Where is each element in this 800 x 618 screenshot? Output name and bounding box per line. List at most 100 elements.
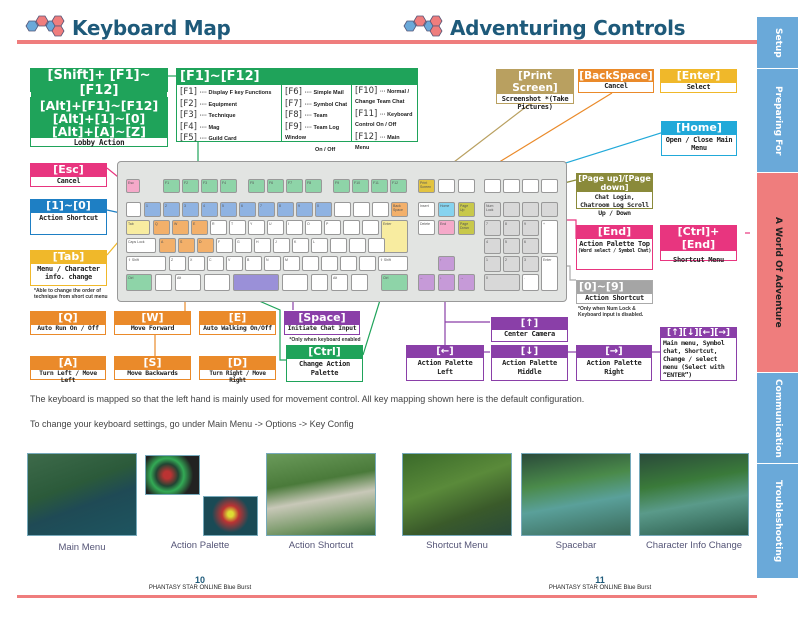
key-numpad-1: 1 bbox=[484, 256, 501, 272]
fkey-row: [F8] ···· Team bbox=[285, 110, 348, 122]
fkey-row: [F11] ··· Keyboard Control On / Off bbox=[355, 110, 413, 130]
key-backspace: Back Space bbox=[391, 202, 408, 217]
key-description: Action Palette Right bbox=[586, 358, 642, 376]
key-symbol bbox=[340, 256, 357, 271]
key-4: 4 bbox=[201, 202, 218, 217]
fkey-name: [F4] bbox=[180, 121, 200, 132]
callout-down-arrow: [↓] Action Palette Middle bbox=[491, 345, 568, 381]
key-k: K bbox=[292, 238, 309, 253]
key-description: Cancel bbox=[56, 176, 81, 185]
callout-print-screen: [Print Screen] Screenshot *(Take Picture… bbox=[496, 69, 574, 111]
key-label: [Q] bbox=[31, 311, 105, 325]
key-u: U bbox=[267, 220, 284, 235]
key-label: [BackSpace] bbox=[579, 70, 653, 83]
key-h: H bbox=[254, 238, 271, 253]
fkey-description: ···· Symbol Chat bbox=[304, 101, 348, 108]
key-esc: Esc bbox=[126, 179, 140, 193]
callout-all-arrows: [↑][↓][←][→] Main menu, Symbol chat, Shor… bbox=[660, 327, 737, 381]
key-numpad-7: 7 bbox=[484, 220, 501, 236]
key-numpad-5: 5 bbox=[503, 238, 520, 254]
space-footnote: *Only when keyboard enabled bbox=[289, 337, 361, 343]
callout-backspace: [BackSpace] Cancel bbox=[578, 69, 654, 93]
key-f4: F4 bbox=[220, 179, 237, 193]
key-label: [W] bbox=[115, 311, 190, 325]
key-symbol bbox=[343, 220, 360, 235]
key-l: L bbox=[311, 238, 328, 253]
key-label: [Print Screen] bbox=[497, 70, 573, 95]
key-7: 7 bbox=[258, 202, 275, 217]
key-description: Screenshot *(Take Pictures) bbox=[501, 95, 569, 112]
keyboard-diagram: Esc F1 F2 F3 F4 F5 F6 F7 F8 F9 F10 F11 F12 1 2 3 4 5 6 7 8 9 0… bbox=[117, 161, 567, 302]
key-right-alt: Alt bbox=[331, 274, 348, 291]
key-description: Move Backwards bbox=[127, 368, 178, 377]
caption-shortcut-menu: Shortcut Menu bbox=[426, 540, 488, 551]
key-description: Center Camera bbox=[504, 329, 555, 338]
screenshot-spacebar bbox=[521, 453, 631, 536]
key-a: A bbox=[159, 238, 176, 253]
key-f9: F9 bbox=[333, 179, 350, 193]
fkey-row: [F9] ···· Team Log Window bbox=[285, 122, 348, 144]
callout-right-arrow: [→] Action Palette Right bbox=[576, 345, 652, 381]
fkey-row: [F3] ···· Technique bbox=[180, 110, 278, 122]
key-label: [↓] bbox=[492, 346, 567, 358]
page-number-left: 10 bbox=[194, 575, 205, 585]
key-x: X bbox=[188, 256, 205, 271]
key-symbol bbox=[372, 202, 389, 217]
key-subdescription: (Word select / Symbol Chat) bbox=[577, 248, 652, 255]
footer-title-right: PHANTASY STAR ONLINE Blue Burst bbox=[548, 585, 652, 591]
key-v: V bbox=[226, 256, 243, 271]
fkey-name: [F9] bbox=[285, 121, 305, 132]
key-numpad-0: 0 bbox=[484, 274, 520, 291]
key-enter: Enter bbox=[381, 220, 408, 253]
key-description: Shortcut Menu bbox=[673, 256, 724, 265]
key-label: [→] bbox=[577, 346, 651, 358]
footer-divider bbox=[17, 595, 757, 598]
key-right-shift: ⇧ Shift bbox=[378, 256, 408, 271]
key-indicator bbox=[522, 179, 539, 193]
key-right-arrow: → bbox=[458, 274, 475, 291]
body-paragraph-2: To change your keyboard settings, go und… bbox=[30, 419, 354, 429]
fkey-row: [F7] ···· Symbol Chat bbox=[285, 99, 348, 111]
key-symbol bbox=[321, 256, 338, 271]
key-caps-lock: Caps Lock bbox=[126, 238, 156, 253]
key-e: E bbox=[191, 220, 208, 235]
key-5: 5 bbox=[220, 202, 237, 217]
key-description: Menu / Character info. change bbox=[37, 264, 100, 281]
key-description: Turn Right / Move Right bbox=[209, 369, 266, 384]
key-indicator bbox=[484, 179, 501, 193]
key-f10: F10 bbox=[352, 179, 369, 193]
key-f6: F6 bbox=[267, 179, 284, 193]
key-c: C bbox=[207, 256, 224, 271]
fkey-row: [F5] ···· Guild Card bbox=[180, 133, 278, 145]
key-z: Z bbox=[169, 256, 186, 271]
key-down-arrow: ↓ bbox=[438, 274, 455, 291]
key-numpad-6: 6 bbox=[522, 238, 539, 254]
fkey-name: [F8] bbox=[285, 110, 305, 120]
fkey-name: [F2] bbox=[180, 98, 200, 109]
fkey-name: [F1] bbox=[180, 87, 200, 97]
callout-home: [Home] Open / Close Main Menu bbox=[661, 121, 737, 156]
key-label: [Alt]+[A]~[Z] bbox=[31, 125, 167, 138]
key-description: Action Shortcut bbox=[585, 293, 644, 302]
callout-numpad: [0]~[9] Action Shortcut bbox=[576, 280, 653, 304]
key-3: 3 bbox=[182, 202, 199, 217]
fkey-row: [F4] ···· Mag bbox=[180, 122, 278, 134]
key-label: [D] bbox=[200, 356, 275, 370]
key-indicator bbox=[541, 179, 558, 193]
caption-main-menu: Main Menu bbox=[58, 542, 106, 553]
key-label: [Home] bbox=[662, 121, 736, 135]
key-symbol bbox=[330, 238, 347, 253]
fkey-name: [F5] bbox=[180, 133, 200, 143]
key-right-ctrl: Ctrl bbox=[381, 274, 408, 291]
key-symbol bbox=[353, 202, 370, 217]
key-label: [↑] bbox=[492, 318, 567, 330]
callout-ctrl: [Ctrl] Change Action Palette bbox=[286, 345, 363, 382]
fkey-description: On / Off bbox=[315, 146, 336, 153]
fkey-row: [F10] ··· Normal / Change Team Chat bbox=[355, 87, 413, 107]
key-8: 8 bbox=[277, 202, 294, 217]
key-description: Auto Run On / Off bbox=[37, 323, 99, 332]
caption-action-shortcut: Action Shortcut bbox=[288, 540, 354, 551]
fkey-description: ···· Technique bbox=[199, 113, 236, 119]
key-kana bbox=[311, 274, 328, 291]
key-description: Action Palette Left bbox=[417, 358, 473, 376]
